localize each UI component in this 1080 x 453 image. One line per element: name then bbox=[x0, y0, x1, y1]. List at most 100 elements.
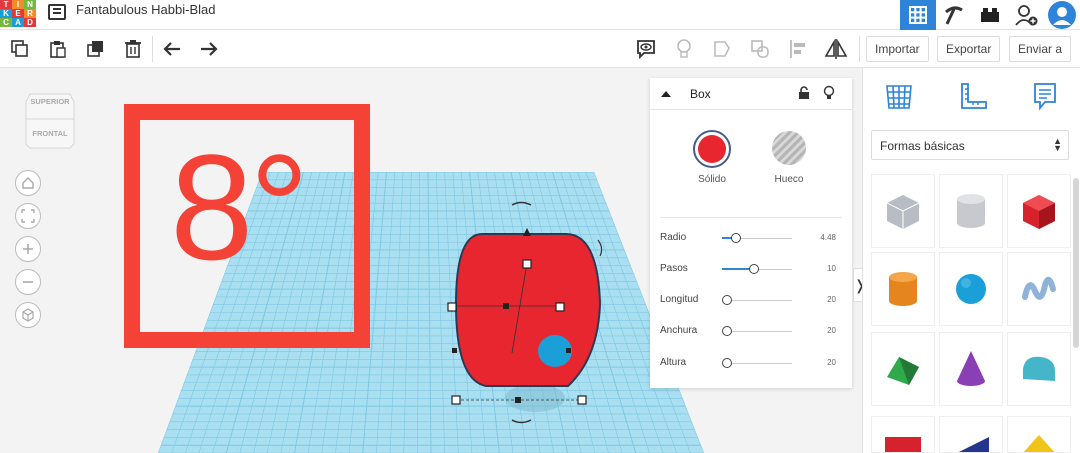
resize-handle[interactable] bbox=[451, 395, 461, 405]
property-slider[interactable] bbox=[722, 326, 792, 336]
bricks-mode-button[interactable] bbox=[972, 0, 1008, 30]
logo-letter: D bbox=[24, 18, 36, 27]
property-value[interactable]: 10 bbox=[827, 264, 836, 273]
property-label: Anchura bbox=[660, 325, 698, 336]
logo-letter: E bbox=[12, 9, 24, 18]
roof-shape-tile[interactable] bbox=[871, 332, 935, 406]
property-row-altura: Altura 20 bbox=[650, 353, 852, 373]
plus-icon bbox=[23, 244, 33, 254]
import-button[interactable]: Importar bbox=[866, 36, 929, 62]
shape-name[interactable]: Box bbox=[690, 87, 711, 101]
logo-letter: C bbox=[0, 18, 12, 27]
viewcube-top-label[interactable]: SUPERIOR bbox=[26, 97, 74, 106]
top-right-nav bbox=[900, 0, 1080, 30]
box-shape-tile[interactable] bbox=[1007, 174, 1071, 248]
property-value[interactable]: 20 bbox=[827, 358, 836, 367]
sphere-shape-icon bbox=[956, 274, 986, 304]
text-shape-tile[interactable] bbox=[871, 416, 935, 453]
redo-arrow-icon bbox=[201, 42, 218, 56]
round-roof-shape-tile[interactable] bbox=[1007, 332, 1071, 406]
zoom-out-button[interactable] bbox=[15, 269, 41, 295]
center-handle[interactable] bbox=[515, 397, 521, 403]
send-to-button[interactable]: Enviar a bbox=[1009, 36, 1072, 62]
hint-button[interactable] bbox=[672, 37, 696, 61]
slider-knob[interactable] bbox=[748, 264, 759, 274]
property-value[interactable]: 20 bbox=[827, 295, 836, 304]
shapes-scrollbar[interactable] bbox=[1073, 178, 1079, 348]
angle-annotation-frame: 8° bbox=[124, 104, 370, 348]
minus-icon bbox=[23, 281, 33, 283]
cylinder-shape-tile[interactable] bbox=[871, 252, 935, 326]
hole-swatch[interactable] bbox=[772, 131, 806, 165]
center-handle[interactable] bbox=[566, 348, 571, 353]
zoom-in-button[interactable] bbox=[15, 236, 41, 262]
cone-shape-tile[interactable] bbox=[939, 332, 1003, 406]
property-value[interactable]: 20 bbox=[827, 326, 836, 335]
blocks-mode-button[interactable] bbox=[936, 0, 972, 30]
wedge-shape-tile[interactable] bbox=[939, 416, 1003, 453]
pickaxe-icon bbox=[945, 6, 963, 25]
property-slider[interactable] bbox=[722, 264, 792, 274]
copy-button[interactable] bbox=[8, 37, 32, 61]
ungroup-icon bbox=[751, 40, 769, 58]
delete-button[interactable] bbox=[121, 37, 145, 61]
tab-ruler[interactable] bbox=[953, 76, 993, 116]
perspective-button[interactable] bbox=[15, 302, 41, 328]
shape-category-select[interactable]: Formas básicas ▲ ▼ bbox=[871, 130, 1069, 160]
resize-handle[interactable] bbox=[447, 302, 457, 312]
viewcube-front-label[interactable]: FRONTAL bbox=[26, 129, 74, 138]
property-label: Pasos bbox=[660, 263, 688, 274]
collapse-caret-icon[interactable] bbox=[660, 90, 672, 98]
fit-view-button[interactable] bbox=[15, 203, 41, 229]
slider-knob[interactable] bbox=[731, 233, 741, 243]
shape-inspector: Box Sólido Hueco Radio 4.48 Pasos 10 Longitu… bbox=[650, 78, 852, 388]
property-slider[interactable] bbox=[722, 233, 792, 243]
scribble-shape-tile[interactable] bbox=[1007, 252, 1071, 326]
document-title[interactable]: Fantabulous Habbi-Blad bbox=[76, 2, 215, 17]
design-list-icon[interactable] bbox=[48, 4, 66, 20]
mirror-button[interactable] bbox=[824, 37, 848, 61]
invite-user-button[interactable] bbox=[1008, 0, 1044, 30]
tab-notes[interactable] bbox=[1025, 76, 1065, 116]
cylinder-hole-shape-icon bbox=[957, 194, 985, 228]
home-icon bbox=[22, 177, 34, 189]
resize-handle[interactable] bbox=[555, 302, 565, 312]
box-hole-shape-tile[interactable] bbox=[871, 174, 935, 248]
lock-icon[interactable] bbox=[798, 86, 810, 100]
3d-view-button[interactable] bbox=[900, 0, 936, 30]
workplane-grid-icon bbox=[886, 85, 912, 109]
show-all-button[interactable] bbox=[634, 37, 658, 61]
slider-knob[interactable] bbox=[722, 358, 732, 368]
duplicate-button[interactable] bbox=[84, 37, 108, 61]
align-icon bbox=[790, 40, 805, 58]
user-avatar[interactable] bbox=[1044, 0, 1080, 30]
pyramid-shape-tile[interactable] bbox=[1007, 416, 1071, 453]
slider-knob[interactable] bbox=[722, 295, 732, 305]
logo-letter: R bbox=[24, 9, 36, 18]
lightbulb-icon bbox=[677, 39, 691, 58]
tinkercad-logo[interactable]: T I N K E R C A D bbox=[0, 0, 36, 28]
property-value[interactable]: 4.48 bbox=[820, 233, 836, 242]
property-slider[interactable] bbox=[722, 295, 792, 305]
resize-handle[interactable] bbox=[577, 395, 587, 405]
export-button[interactable]: Exportar bbox=[937, 36, 1001, 62]
redo-button[interactable] bbox=[197, 37, 221, 61]
center-handle[interactable] bbox=[452, 348, 457, 353]
paste-icon bbox=[50, 41, 66, 58]
ungroup-button[interactable] bbox=[748, 37, 772, 61]
group-icon bbox=[714, 41, 730, 57]
home-view-button[interactable] bbox=[15, 170, 41, 196]
cylinder-hole-shape-tile[interactable] bbox=[939, 174, 1003, 248]
property-slider[interactable] bbox=[722, 358, 792, 368]
resize-handle[interactable] bbox=[522, 259, 532, 269]
solid-swatch[interactable] bbox=[693, 130, 731, 168]
undo-button[interactable] bbox=[160, 37, 184, 61]
center-handle[interactable] bbox=[503, 303, 509, 309]
align-button[interactable] bbox=[786, 37, 810, 61]
slider-knob[interactable] bbox=[722, 326, 732, 336]
sphere-shape-tile[interactable] bbox=[939, 252, 1003, 326]
group-button[interactable] bbox=[710, 37, 734, 61]
tab-workplane[interactable] bbox=[879, 76, 919, 116]
lightbulb-icon[interactable] bbox=[823, 85, 835, 101]
paste-button[interactable] bbox=[46, 37, 70, 61]
